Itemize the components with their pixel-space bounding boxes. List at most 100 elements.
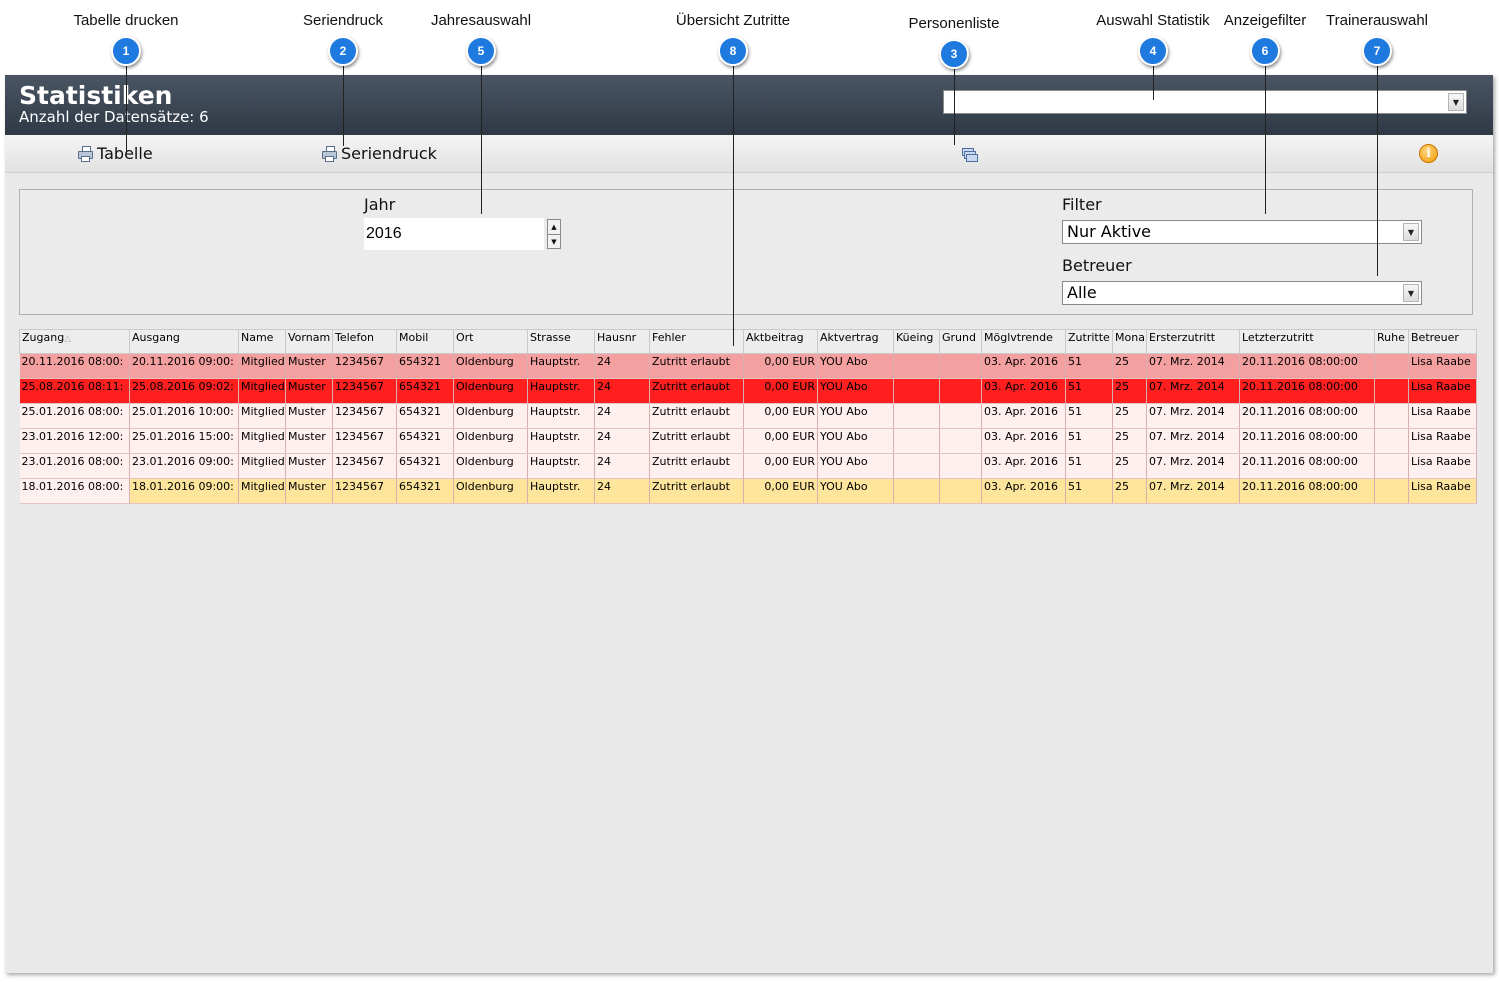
table-row[interactable]: 20.11.2016 08:00: 20.11.2016 09:00: Mitgli… [19,353,1477,379]
table-cell: 24 [594,403,650,429]
table-cell: 51 [1065,428,1113,454]
sort-ascending-icon: △ [64,334,72,344]
year-input[interactable] [364,218,544,250]
column-header[interactable]: Fehler [649,329,744,354]
column-header[interactable]: Name [238,329,286,354]
filter-select[interactable]: Nur Aktive ▼ [1062,220,1422,244]
annotation-label-year: Jahresauswahl [430,12,532,29]
table-cell: 20.11.2016 08:00:00 [1239,403,1375,429]
table-cell [893,428,940,454]
chevron-down-icon[interactable]: ▼ [548,235,560,249]
info-icon[interactable]: i [1419,144,1438,163]
table-row[interactable]: 25.01.2016 08:00: 25.01.2016 10:00: Mitgli… [19,403,1477,429]
column-header-label: Aktbeitrag [746,331,804,344]
mail-merge-button[interactable]: Seriendruck [322,144,437,163]
column-header[interactable]: Aktbeitrag [743,329,818,354]
column-header[interactable]: Betreuer [1408,329,1477,354]
year-stepper[interactable]: ▲ ▼ [547,219,561,249]
annotation-badge: 6 [1250,36,1280,66]
statistics-window: Statistiken Anzahl der Datensätze: 6 ▼ T… [5,75,1493,973]
table-cell: Hauptstr. [527,353,595,379]
column-header[interactable]: Vornam [285,329,333,354]
column-header[interactable]: Ort [453,329,528,354]
column-header-label: Ausgang [132,331,180,344]
table-cell: 1234567 [332,453,397,479]
table-row[interactable]: 23.01.2016 08:00: 23.01.2016 09:00: Mitgli… [19,453,1477,479]
table-cell [893,478,940,504]
column-header[interactable]: Hausnr [594,329,650,354]
table-cell: 1234567 [332,353,397,379]
filter-select-value: Nur Aktive [1067,222,1152,241]
chevron-up-icon[interactable]: ▲ [548,220,560,235]
trainer-select[interactable]: Alle ▼ [1062,281,1422,305]
table-cell: 654321 [396,378,454,404]
annotation-line [733,64,734,346]
column-header-label: Zutritte [1068,331,1110,344]
table-cell: 20.11.2016 09:00: [129,353,239,379]
table-cell [1374,353,1409,379]
annotation-line [1153,64,1154,100]
table-cell: Zutritt erlaubt [649,353,744,379]
chevron-down-icon[interactable]: ▼ [1403,223,1419,241]
table-cell: 0,00 EUR [743,478,818,504]
column-header[interactable]: Strasse [527,329,595,354]
table-row[interactable]: 18.01.2016 08:00: 18.01.2016 09:00: Mitgli… [19,478,1477,504]
table-cell: 03. Apr. 2016 [981,378,1066,404]
table-cell: Oldenburg [453,378,528,404]
annotation-label-statistic-select: Auswahl Statistik [1096,12,1210,29]
statistic-select[interactable]: ▼ [943,90,1467,114]
table-cell: Oldenburg [453,428,528,454]
table-cell: 03. Apr. 2016 [981,403,1066,429]
table-cell: Muster [285,478,333,504]
column-header-label: Aktvertrag [820,331,879,344]
column-header[interactable]: Küeing [893,329,940,354]
column-header[interactable]: Möglvtrende [981,329,1066,354]
table-cell: 07. Mrz. 2014 [1146,378,1240,404]
column-header[interactable]: Mona [1112,329,1147,354]
table-row[interactable]: 25.08.2016 08:11: 25.08.2016 09:02: Mitgli… [19,378,1477,404]
table-cell: 07. Mrz. 2014 [1146,453,1240,479]
table-cell: Zutritt erlaubt [649,378,744,404]
chevron-down-icon[interactable]: ▼ [1448,93,1464,111]
page-title: Statistiken [19,81,173,110]
table-cell: 51 [1065,353,1113,379]
column-header[interactable]: Aktvertrag [817,329,894,354]
table-cell: 25.01.2016 10:00: [129,403,239,429]
column-header-label: Hausnr [597,331,637,344]
print-table-button[interactable]: Tabelle [78,144,153,163]
table-cell: 24 [594,353,650,379]
year-label: Jahr [364,195,396,214]
column-header[interactable]: Ruhe [1374,329,1409,354]
column-header[interactable]: Mobil [396,329,454,354]
column-header[interactable]: Zugang△ [19,329,130,354]
printer-icon [322,146,337,162]
table-cell: 20.11.2016 08:00:00 [1239,453,1375,479]
annotation-line [954,67,955,145]
column-header-label: Telefon [335,331,375,344]
column-header-label: Letzterzutritt [1242,331,1314,344]
annotation-badge: 7 [1362,36,1392,66]
column-header[interactable]: Ausgang [129,329,239,354]
table-cell: Lisa Raabe [1408,353,1477,379]
table-cell [939,353,982,379]
annotation-badge: 1 [111,36,141,66]
table-cell: 24 [594,428,650,454]
column-header[interactable]: Zutritte [1065,329,1113,354]
column-header[interactable]: Letzterzutritt [1239,329,1375,354]
table-cell: 03. Apr. 2016 [981,478,1066,504]
chevron-down-icon[interactable]: ▼ [1403,284,1419,302]
column-header[interactable]: Telefon [332,329,397,354]
table-cell [893,378,940,404]
table-cell [893,403,940,429]
column-header[interactable]: Ersterzutritt [1146,329,1240,354]
column-header-label: Ort [456,331,474,344]
column-header[interactable]: Grund [939,329,982,354]
annotation-line [126,64,127,154]
person-list-icon[interactable] [962,148,978,162]
column-header-label: Grund [942,331,976,344]
table-cell: Mitglied [238,428,286,454]
table-cell: 25.01.2016 08:00: [19,403,130,429]
table-row[interactable]: 23.01.2016 12:00: 25.01.2016 15:00: Mitgli… [19,428,1477,454]
table-cell: 0,00 EUR [743,353,818,379]
table-cell [939,428,982,454]
